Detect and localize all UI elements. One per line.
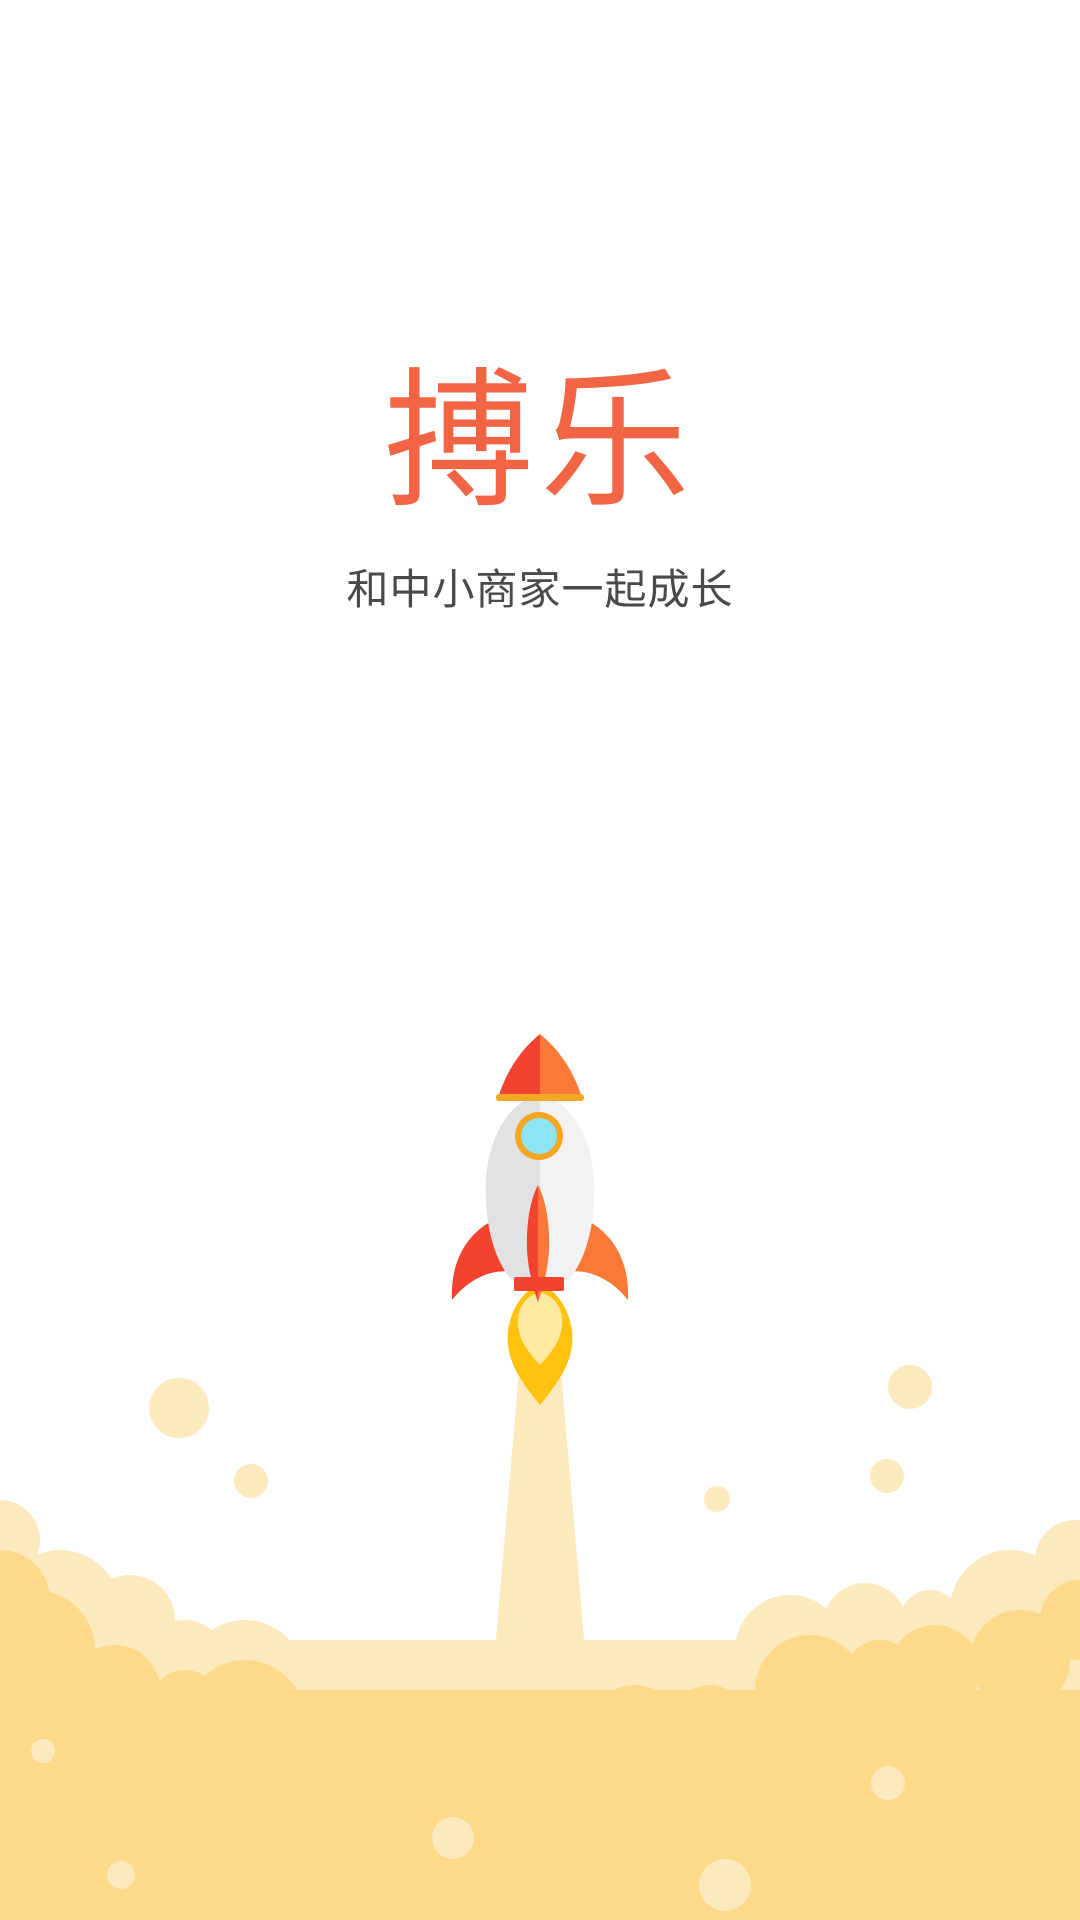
rocket-nose-left — [498, 1034, 540, 1098]
app-tagline: 和中小商家一起成长 — [346, 565, 734, 614]
rocket-icon — [451, 1034, 629, 1405]
rocket-nose-right — [540, 1034, 582, 1098]
rocket-nozzle — [514, 1277, 564, 1291]
app-name-title: 搏乐 — [383, 355, 696, 529]
rocket-launch-illustration — [0, 1034, 1080, 1920]
rocket-window-glass — [521, 1118, 557, 1154]
splash-screen: 搏乐 和中小商家一起成长 — [0, 0, 1080, 1920]
rocket-nose-band — [496, 1094, 584, 1101]
